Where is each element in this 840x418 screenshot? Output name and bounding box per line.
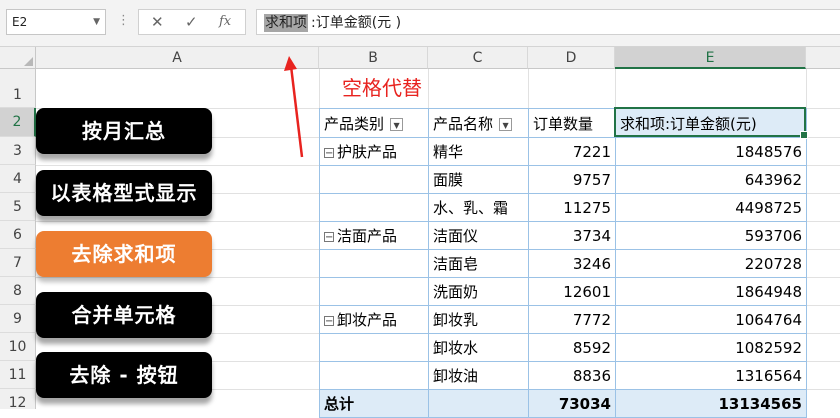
name-box-value: E2: [12, 15, 28, 29]
column-header-d[interactable]: D: [528, 47, 615, 69]
table-row: 水、乳、霜 11275 4498725: [319, 193, 807, 222]
qty-cell[interactable]: 7221: [528, 137, 616, 166]
amount-cell[interactable]: 1316564: [615, 361, 807, 390]
table-row: 洗面奶 12601 1864948: [319, 277, 807, 306]
qty-cell[interactable]: 9757: [528, 165, 616, 194]
row-header-6[interactable]: 6: [0, 221, 36, 249]
qty-cell[interactable]: 8592: [528, 333, 616, 362]
qty-cell[interactable]: 12601: [528, 277, 616, 306]
insert-function-icon[interactable]: fx: [219, 14, 231, 29]
row-header-7[interactable]: 7: [0, 249, 36, 277]
header-cell-amount[interactable]: 求和项:订单金额(元): [615, 108, 807, 138]
row-header-1[interactable]: 1: [0, 69, 36, 108]
qty-cell[interactable]: 7772: [528, 305, 616, 334]
header-cell-category[interactable]: 产品类别 ▼: [319, 108, 429, 138]
header-cell-qty[interactable]: 订单数量: [528, 108, 616, 138]
formula-input[interactable]: 求和项 :订单金额(元 ): [256, 9, 840, 35]
qty-cell[interactable]: 11275: [528, 193, 616, 222]
category-cell[interactable]: [319, 165, 429, 194]
column-header-f[interactable]: [806, 47, 840, 69]
table-row: 洁面皂 3246 220728: [319, 249, 807, 278]
column-header-b[interactable]: B: [319, 47, 428, 69]
row-header-10[interactable]: 10: [0, 333, 36, 361]
enter-icon[interactable]: ✓: [185, 13, 198, 31]
collapse-icon[interactable]: −: [324, 316, 334, 327]
chevron-down-icon[interactable]: ▼: [93, 10, 100, 34]
formula-actions: ✕ ✓ fx: [138, 9, 246, 35]
column-header-a[interactable]: A: [36, 47, 319, 69]
category-cell[interactable]: [319, 249, 429, 278]
row-header-8[interactable]: 8: [0, 277, 36, 305]
more-options-icon[interactable]: ⋮: [117, 13, 130, 28]
product-cell[interactable]: 卸妆油: [428, 361, 529, 390]
pivot-table: 产品类别 ▼ 产品名称 ▼ 订单数量 求和项:订单金额(元) − 护肤产品 精华 72…: [319, 108, 807, 418]
total-row: 总计 73034 13134565: [319, 389, 807, 418]
product-cell[interactable]: 洁面仪: [428, 221, 529, 250]
product-cell[interactable]: 精华: [428, 137, 529, 166]
table-row: 卸妆油 8836 1316564: [319, 361, 807, 390]
amount-cell[interactable]: 593706: [615, 221, 807, 250]
amount-cell[interactable]: 220728: [615, 249, 807, 278]
category-cell[interactable]: − 护肤产品: [319, 137, 429, 166]
collapse-icon[interactable]: −: [324, 232, 334, 243]
column-header-e[interactable]: E: [615, 47, 806, 69]
remove-sum-prefix-button[interactable]: 去除求和项: [36, 231, 212, 277]
row-header-5[interactable]: 5: [0, 193, 36, 221]
pivot-header-row: 产品类别 ▼ 产品名称 ▼ 订单数量 求和项:订单金额(元): [319, 108, 807, 138]
product-cell[interactable]: 洁面皂: [428, 249, 529, 278]
filter-dropdown-icon[interactable]: ▼: [499, 117, 513, 131]
row-header-12[interactable]: 12: [0, 389, 36, 411]
amount-cell[interactable]: 1864948: [615, 277, 807, 306]
category-cell[interactable]: − 洁面产品: [319, 221, 429, 250]
name-box[interactable]: E2 ▼: [6, 9, 106, 35]
row-header-3[interactable]: 3: [0, 137, 36, 165]
product-cell[interactable]: 洗面奶: [428, 277, 529, 306]
filter-dropdown-icon[interactable]: ▼: [390, 117, 404, 131]
amount-cell[interactable]: 1064764: [615, 305, 807, 334]
header-cell-product[interactable]: 产品名称 ▼: [428, 108, 529, 138]
tabular-form-button[interactable]: 以表格型式显示: [36, 170, 212, 216]
formula-selected-text: 求和项: [264, 14, 308, 32]
collapse-icon[interactable]: −: [324, 148, 334, 159]
row-header-9[interactable]: 9: [0, 305, 36, 333]
qty-cell[interactable]: 8836: [528, 361, 616, 390]
merge-cells-button[interactable]: 合并单元格: [36, 292, 212, 338]
product-cell[interactable]: 卸妆水: [428, 333, 529, 362]
total-label-cell[interactable]: 总计: [319, 389, 429, 418]
row-header-2[interactable]: 2: [0, 108, 36, 137]
category-cell[interactable]: [319, 193, 429, 222]
category-cell[interactable]: [319, 277, 429, 306]
remove-collapse-buttons-button[interactable]: 去除 - 按钮: [36, 352, 212, 398]
column-header-c[interactable]: C: [428, 47, 528, 69]
total-amount-cell[interactable]: 13134565: [615, 389, 807, 418]
formula-text: :订单金额(元 ): [311, 15, 402, 31]
total-qty-cell[interactable]: 73034: [528, 389, 616, 418]
table-row: 卸妆水 8592 1082592: [319, 333, 807, 362]
row-header-11[interactable]: 11: [0, 361, 36, 389]
monthly-summary-button[interactable]: 按月汇总: [36, 108, 212, 154]
row-header-4[interactable]: 4: [0, 165, 36, 193]
qty-cell[interactable]: 3734: [528, 221, 616, 250]
product-cell[interactable]: 水、乳、霜: [428, 193, 529, 222]
category-cell[interactable]: [319, 361, 429, 390]
total-empty-cell[interactable]: [428, 389, 529, 418]
category-cell[interactable]: [319, 333, 429, 362]
cancel-icon[interactable]: ✕: [151, 13, 164, 31]
table-row: − 卸妆产品 卸妆乳 7772 1064764: [319, 305, 807, 334]
table-row: − 洁面产品 洁面仪 3734 593706: [319, 221, 807, 250]
formula-bar: E2 ▼ ⋮ ✕ ✓ fx 求和项 :订单金额(元 ): [0, 0, 840, 47]
product-cell[interactable]: 卸妆乳: [428, 305, 529, 334]
product-cell[interactable]: 面膜: [428, 165, 529, 194]
qty-cell[interactable]: 3246: [528, 249, 616, 278]
amount-cell[interactable]: 4498725: [615, 193, 807, 222]
table-row: − 护肤产品 精华 7221 1848576: [319, 137, 807, 166]
amount-cell[interactable]: 1848576: [615, 137, 807, 166]
select-all-button[interactable]: [0, 47, 36, 69]
table-row: 面膜 9757 643962: [319, 165, 807, 194]
amount-cell[interactable]: 1082592: [615, 333, 807, 362]
category-cell[interactable]: − 卸妆产品: [319, 305, 429, 334]
annotation-note: 空格代替: [342, 76, 422, 100]
red-arrow-icon: [284, 56, 304, 158]
amount-cell[interactable]: 643962: [615, 165, 807, 194]
